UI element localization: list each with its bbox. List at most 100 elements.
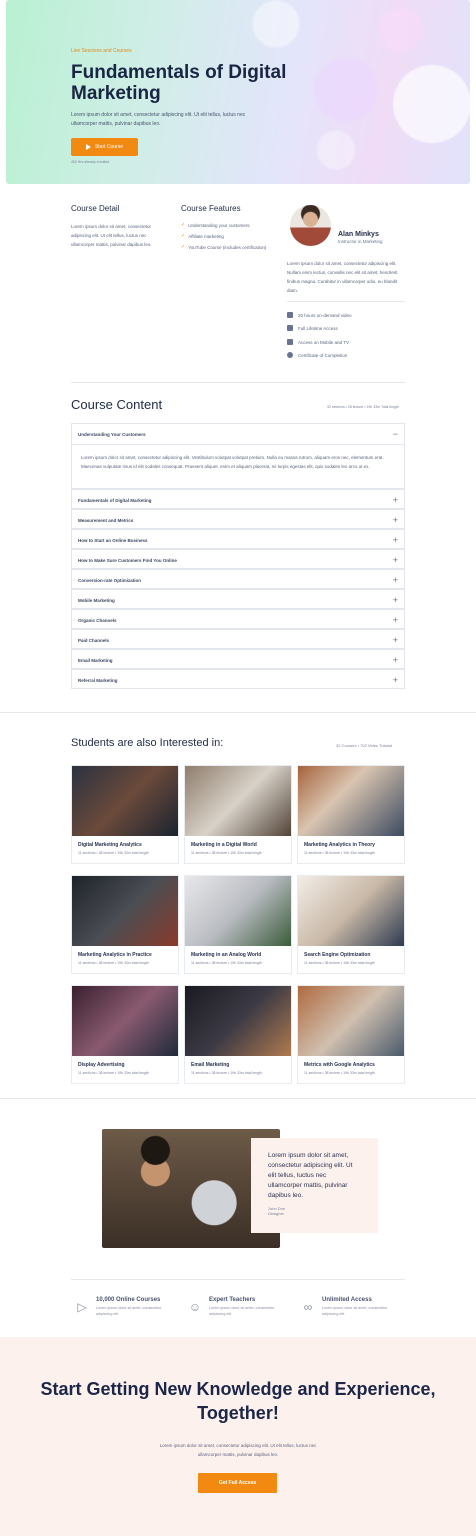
course-card-title[interactable]: Metrics with Google Analytics xyxy=(304,1062,375,1068)
divider xyxy=(71,1279,405,1280)
accordion-header[interactable]: Mobile Marketing + xyxy=(72,590,404,610)
course-thumbnail[interactable] xyxy=(185,876,291,946)
accordion-item[interactable]: Conversion-rate Optimization + xyxy=(71,569,405,589)
play-icon: ▷ xyxy=(77,1300,87,1314)
accordion-header[interactable]: Understanding Your Customers − xyxy=(72,424,404,444)
course-thumbnail[interactable] xyxy=(185,766,291,836)
accordion-header[interactable]: How to Make Sure Customers Find You Onli… xyxy=(72,550,404,570)
meta-mobile: Access on Mobile and TV xyxy=(287,339,349,345)
accordion-header[interactable]: Email Marketing + xyxy=(72,650,404,670)
course-thumbnail[interactable] xyxy=(72,766,178,836)
accordion-item[interactable]: Fundamentals of Digital Marketing + xyxy=(71,489,405,509)
plus-icon[interactable]: + xyxy=(393,575,398,585)
accordion-label: Referral Marketing xyxy=(78,677,118,683)
course-card[interactable]: Marketing Analytics in Theory 11 sections… xyxy=(297,765,405,864)
course-card-title[interactable]: Display Advertising xyxy=(78,1062,125,1068)
course-thumbnail[interactable] xyxy=(185,986,291,1056)
course-card-meta: 11 sections • 38 lecture • 19h 33m total… xyxy=(78,961,149,965)
instructor-name: Alan Minkys xyxy=(338,231,379,238)
course-detail-text: Lorem ipsum dolor sit amet, consectetur … xyxy=(71,224,152,247)
check-icon: ✓ xyxy=(181,222,186,228)
course-thumbnail[interactable] xyxy=(72,876,178,946)
accordion-item[interactable]: Organic Channels + xyxy=(71,609,405,629)
course-card-title[interactable]: Marketing in a Digital World xyxy=(191,842,257,848)
course-card[interactable]: Marketing Analytics in Practice 11 sectio… xyxy=(71,875,179,974)
accordion-header[interactable]: Fundamentals of Digital Marketing + xyxy=(72,490,404,510)
plus-icon[interactable]: + xyxy=(393,535,398,545)
teacher-icon: ☺ xyxy=(188,1300,202,1314)
plus-icon[interactable]: + xyxy=(393,515,398,525)
accordion-header[interactable]: Paid Channels + xyxy=(72,630,404,650)
accordion-header[interactable]: Organic Channels + xyxy=(72,610,404,630)
check-icon: ✓ xyxy=(181,244,186,250)
course-card[interactable]: Metrics with Google Analytics 11 sections… xyxy=(297,985,405,1084)
hero-eyebrow: Live Sessions and Courses xyxy=(71,48,132,54)
testimonial-quote: Lorem ipsum dolor sit amet, consectetur … xyxy=(268,1152,353,1199)
meta-access: Full Lifetime Access xyxy=(287,325,338,331)
accordion-header[interactable]: Referral Marketing + xyxy=(72,670,404,690)
course-card-title[interactable]: Digital Marketing Analytics xyxy=(78,842,142,848)
accordion-label: Mobile Marketing xyxy=(78,597,115,603)
plus-icon[interactable]: + xyxy=(393,655,398,665)
course-card[interactable]: Display Advertising 11 sections • 38 lect… xyxy=(71,985,179,1084)
course-card-title[interactable]: Marketing Analytics in Practice xyxy=(78,952,152,958)
plus-icon[interactable]: + xyxy=(393,555,398,565)
document-icon xyxy=(287,312,293,318)
course-card-title[interactable]: Marketing Analytics in Theory xyxy=(304,842,375,848)
accordion-header[interactable]: How to Start an Online Business + xyxy=(72,530,404,550)
accordion-label: How to Make Sure Customers Find You Onli… xyxy=(78,557,177,563)
get-full-access-button[interactable]: Get Full Access xyxy=(198,1473,277,1493)
play-icon xyxy=(85,144,91,150)
feature-item: ✓ Understanding your customers xyxy=(181,222,250,228)
course-thumbnail[interactable] xyxy=(72,986,178,1056)
infinity-icon: ∞ xyxy=(303,1300,313,1314)
accordion-item[interactable]: Paid Channels + xyxy=(71,629,405,649)
course-card[interactable]: Search Engine Optimization 11 sections • … xyxy=(297,875,405,974)
meta-video: 20 hours on-demand video xyxy=(287,312,352,318)
course-thumbnail[interactable] xyxy=(298,876,404,946)
accordion-label: Fundamentals of Digital Marketing xyxy=(78,497,152,503)
plus-icon[interactable]: + xyxy=(393,615,398,625)
accordion-body: Lorem ipsum dolor sit amet, consectetur … xyxy=(72,444,404,479)
instructor-bio: Lorem ipsum dolor sit amet, consectetur … xyxy=(287,261,398,293)
course-card-title[interactable]: Marketing in an Analog World xyxy=(191,952,261,958)
feature-item: ✓ YouTube Course (includes certification) xyxy=(181,244,267,250)
accordion-item[interactable]: How to Make Sure Customers Find You Onli… xyxy=(71,549,405,569)
divider xyxy=(0,1098,476,1099)
course-card-title[interactable]: Email Marketing xyxy=(191,1062,229,1068)
badge-icon xyxy=(287,352,293,358)
key-icon xyxy=(287,325,293,331)
accordion-header[interactable]: Measurement and Metrics + xyxy=(72,510,404,530)
course-card[interactable]: Marketing in an Analog World 11 sections … xyxy=(184,875,292,974)
start-course-label: Start Course xyxy=(94,144,124,150)
accordion-header[interactable]: Conversion-rate Optimization + xyxy=(72,570,404,590)
course-card-meta: 11 sections • 38 lecture • 19h 33m total… xyxy=(191,851,262,855)
accordion-item[interactable]: Measurement and Metrics + xyxy=(71,509,405,529)
plus-icon[interactable]: + xyxy=(393,675,398,685)
hero-description: Lorem ipsum dolor sit amet, consectetur … xyxy=(71,112,246,127)
minus-icon[interactable]: − xyxy=(393,429,398,439)
accordion-item[interactable]: Mobile Marketing + xyxy=(71,589,405,609)
course-card-meta: 11 sections • 38 lecture • 19h 33m total… xyxy=(78,851,149,855)
course-thumbnail[interactable] xyxy=(298,766,404,836)
plus-icon[interactable]: + xyxy=(393,635,398,645)
check-icon: ✓ xyxy=(181,233,186,239)
plus-icon[interactable]: + xyxy=(393,595,398,605)
monitor-icon xyxy=(287,339,293,345)
course-thumbnail[interactable] xyxy=(298,986,404,1056)
course-card[interactable]: Email Marketing 11 sections • 38 lecture … xyxy=(184,985,292,1084)
divider xyxy=(287,301,405,302)
accordion-item-open: Understanding Your Customers − Lorem ips… xyxy=(71,423,405,489)
avatar xyxy=(290,205,331,246)
feature-item: ✓ Affiliate marketing xyxy=(181,233,224,239)
cta-section xyxy=(0,1337,476,1536)
course-card[interactable]: Marketing in a Digital World 11 sections … xyxy=(184,765,292,864)
course-card-title[interactable]: Search Engine Optimization xyxy=(304,952,370,958)
course-card-meta: 11 sections • 38 lecture • 19h 33m total… xyxy=(304,1071,375,1075)
accordion-item[interactable]: Email Marketing + xyxy=(71,649,405,669)
accordion-item[interactable]: Referral Marketing + xyxy=(71,669,405,689)
plus-icon[interactable]: + xyxy=(393,495,398,505)
course-card[interactable]: Digital Marketing Analytics 11 sections •… xyxy=(71,765,179,864)
accordion-item[interactable]: How to Start an Online Business + xyxy=(71,529,405,549)
start-course-button[interactable]: Start Course xyxy=(71,138,138,156)
